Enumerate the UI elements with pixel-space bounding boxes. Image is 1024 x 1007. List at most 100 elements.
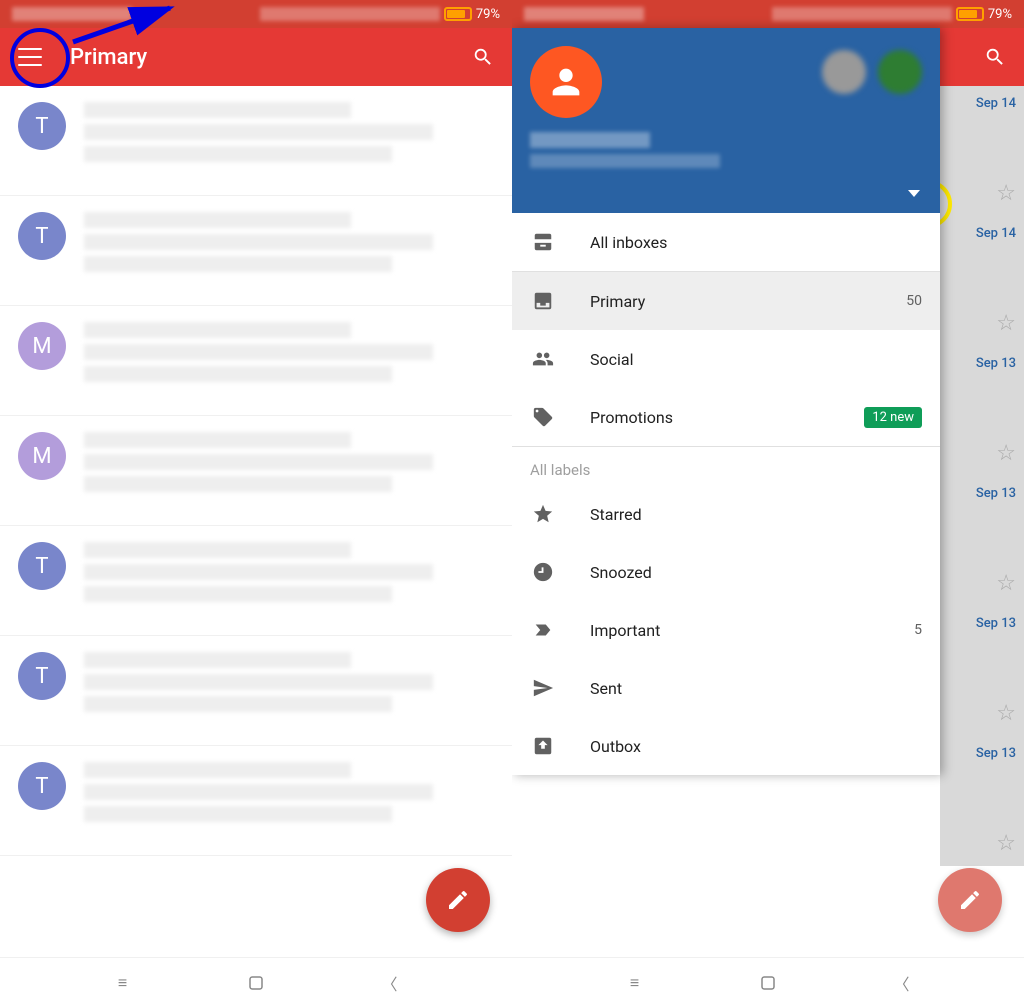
drawer-item-starred[interactable]: Starred: [512, 485, 940, 543]
drawer-item-label: Promotions: [590, 408, 830, 427]
back-button[interactable]: 〈: [379, 972, 401, 994]
important-icon: [530, 619, 556, 641]
recent-apps-button[interactable]: ≡: [624, 972, 646, 994]
snoozed-icon: [530, 561, 556, 583]
drawer-item-social[interactable]: Social: [512, 330, 940, 388]
email-date: Sep 13: [976, 356, 1016, 371]
app-header: Primary: [0, 28, 512, 86]
drawer-item-label: Important: [590, 621, 880, 640]
sender-avatar: M: [18, 432, 66, 480]
menu-icon[interactable]: [18, 48, 42, 66]
email-item[interactable]: T: [0, 526, 512, 636]
secondary-account-2[interactable]: [878, 50, 922, 94]
nav-bar: ≡ 〈: [0, 957, 512, 1007]
email-content-blur: [84, 102, 494, 179]
nav-bar: ≡ 〈: [512, 957, 1024, 1007]
sent-icon: [530, 677, 556, 699]
home-button[interactable]: [245, 972, 267, 994]
star-icon[interactable]: ☆: [996, 831, 1016, 856]
star-icon[interactable]: ☆: [996, 311, 1016, 336]
email-item[interactable]: T: [0, 196, 512, 306]
email-content-blur: [84, 212, 494, 289]
star-icon[interactable]: ☆: [996, 181, 1016, 206]
drawer-item-all-inboxes[interactable]: All inboxes: [512, 213, 940, 271]
background-email-item: Sep 13 ☆: [940, 736, 1024, 866]
secondary-accounts: [822, 50, 922, 94]
drawer-item-label: Starred: [590, 505, 922, 524]
star-icon[interactable]: ☆: [996, 441, 1016, 466]
back-button[interactable]: 〈: [891, 972, 913, 994]
drawer-item-outbox[interactable]: Outbox: [512, 717, 940, 775]
status-left-blur: [524, 7, 644, 21]
account-email-blur: [530, 154, 720, 168]
account-dropdown-icon[interactable]: [908, 190, 920, 197]
background-email-item: Sep 13 ☆: [940, 476, 1024, 606]
recent-apps-button[interactable]: ≡: [112, 972, 134, 994]
account-name-blur: [530, 132, 650, 148]
status-icons-blur: [260, 7, 440, 21]
drawer-list: All inboxes Primary 50 Social Promotions 1…: [512, 213, 940, 775]
email-item[interactable]: M: [0, 416, 512, 526]
email-item[interactable]: T: [0, 746, 512, 856]
drawer-header: [512, 28, 940, 213]
navigation-drawer: All inboxes Primary 50 Social Promotions 1…: [512, 28, 940, 775]
sender-avatar: T: [18, 102, 66, 150]
social-icon: [530, 348, 556, 370]
item-count: 50: [906, 293, 922, 309]
sender-avatar: T: [18, 542, 66, 590]
secondary-account-1[interactable]: [822, 50, 866, 94]
page-title: Primary: [70, 45, 444, 70]
battery-icon: [444, 7, 472, 21]
compose-button[interactable]: [938, 868, 1002, 932]
promotions-icon: [530, 406, 556, 428]
background-email-item: Sep 14 ☆: [940, 86, 1024, 216]
sender-avatar: T: [18, 652, 66, 700]
email-item[interactable]: T: [0, 636, 512, 746]
email-item[interactable]: T: [0, 86, 512, 196]
primary-icon: [530, 290, 556, 312]
drawer-item-snoozed[interactable]: Snoozed: [512, 543, 940, 601]
email-content-blur: [84, 652, 494, 729]
email-item[interactable]: M: [0, 306, 512, 416]
drawer-item-sent[interactable]: Sent: [512, 659, 940, 717]
outbox-icon: [530, 735, 556, 757]
battery-icon: [956, 7, 984, 21]
email-list: T T M M T T T: [0, 86, 512, 856]
account-avatar[interactable]: [530, 46, 602, 118]
star-icon[interactable]: ☆: [996, 571, 1016, 596]
drawer-item-label: Sent: [590, 679, 922, 698]
search-icon[interactable]: [472, 46, 494, 68]
item-badge: 12 new: [864, 407, 922, 428]
email-content-blur: [84, 432, 494, 509]
email-date: Sep 14: [976, 226, 1016, 241]
email-date: Sep 13: [976, 486, 1016, 501]
drawer-section-header: All labels: [512, 447, 940, 485]
drawer-item-label: Primary: [590, 292, 872, 311]
status-bar: 79%: [512, 0, 1024, 28]
drawer-item-label: Social: [590, 350, 922, 369]
item-count: 5: [914, 622, 922, 638]
drawer-item-label: Snoozed: [590, 563, 922, 582]
sender-avatar: T: [18, 762, 66, 810]
status-left-blur: [12, 7, 132, 21]
email-content-blur: [84, 762, 494, 839]
drawer-item-label: Outbox: [590, 737, 922, 756]
screen-left-inbox: 79% Primary T T M M T T T: [0, 0, 512, 1007]
star-icon[interactable]: ☆: [996, 701, 1016, 726]
sender-avatar: M: [18, 322, 66, 370]
compose-button[interactable]: [426, 868, 490, 932]
email-content-blur: [84, 322, 494, 399]
search-icon[interactable]: [984, 46, 1006, 68]
email-date: Sep 14: [976, 96, 1016, 111]
home-button[interactable]: [757, 972, 779, 994]
background-email-item: Sep 13 ☆: [940, 346, 1024, 476]
status-bar: 79%: [0, 0, 512, 28]
drawer-item-important[interactable]: Important 5: [512, 601, 940, 659]
drawer-item-primary[interactable]: Primary 50: [512, 272, 940, 330]
status-right: 79%: [260, 7, 500, 22]
drawer-item-promotions[interactable]: Promotions 12 new: [512, 388, 940, 446]
background-email-dates: Sep 14 ☆Sep 14 ☆Sep 13 ☆Sep 13 ☆Sep 13 ☆…: [940, 86, 1024, 866]
starred-icon: [530, 503, 556, 525]
email-content-blur: [84, 542, 494, 619]
status-right: 79%: [772, 7, 1012, 22]
